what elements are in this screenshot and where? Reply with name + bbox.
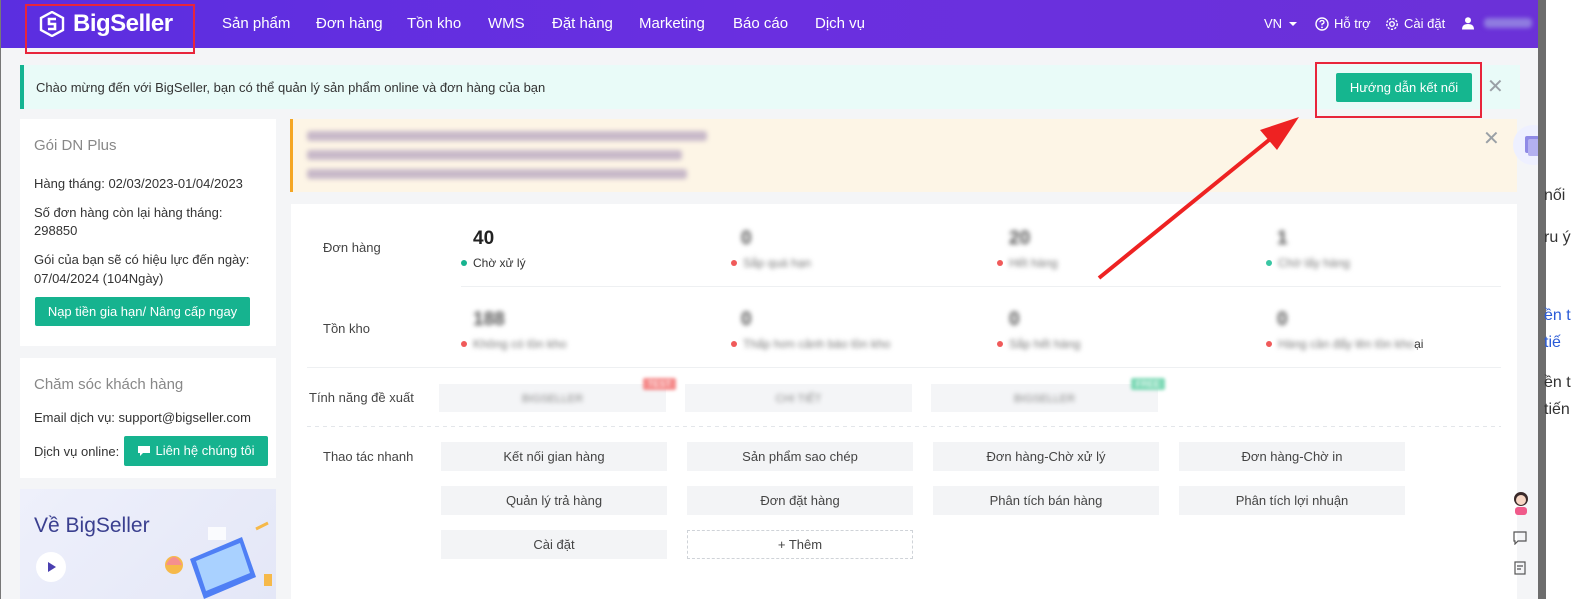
background-document-strip: nối ru ý ền t tiế ền t tiến	[1538, 0, 1584, 599]
bg-link-fragment[interactable]: ền t	[1544, 307, 1571, 325]
bg-fragment: ru ý	[1544, 229, 1571, 246]
bg-fragment: nối	[1544, 187, 1566, 204]
bigseller-window: BigSeller Sản phẩm Đơn hàng Tồn kho WMS …	[0, 0, 1539, 599]
red-annotation-arrow	[1097, 117, 1299, 280]
bg-fragment: tiến	[1544, 401, 1570, 418]
window-shadow	[1538, 0, 1546, 599]
bg-link-fragment[interactable]: tiế	[1544, 334, 1561, 352]
bg-fragment: ền t	[1544, 374, 1571, 391]
